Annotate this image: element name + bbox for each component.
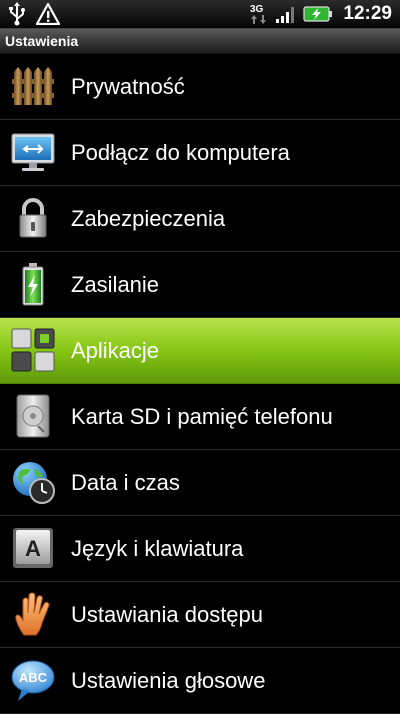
computer-monitor-icon bbox=[11, 133, 55, 171]
network-type-label: 3G bbox=[250, 4, 264, 15]
settings-item-label: Karta SD i pamięć telefonu bbox=[71, 404, 333, 429]
svg-text:ABC: ABC bbox=[19, 670, 48, 685]
status-bar: 3G 12:29 bbox=[0, 0, 400, 29]
battery-charging-icon bbox=[303, 6, 333, 22]
settings-item-label: Ustawienia głosowe bbox=[71, 668, 266, 693]
settings-item-power[interactable]: Zasilanie bbox=[0, 252, 400, 318]
title-bar: Ustawienia bbox=[0, 29, 400, 54]
settings-item-voice[interactable]: ABC Ustawienia głosowe bbox=[0, 648, 400, 714]
settings-item-applications[interactable]: Aplikacje bbox=[0, 318, 400, 384]
padlock-icon bbox=[19, 198, 47, 238]
clock: 12:29 bbox=[343, 3, 392, 24]
hand-icon bbox=[15, 592, 50, 636]
settings-item-date-time[interactable]: Data i czas bbox=[0, 450, 400, 516]
signal-icon bbox=[276, 7, 295, 23]
settings-item-label: Zasilanie bbox=[71, 272, 160, 297]
settings-item-accessibility[interactable]: Ustawiania dostępu bbox=[0, 582, 400, 648]
applications-grid-icon bbox=[11, 328, 55, 372]
3g-icon: 3G bbox=[250, 4, 267, 24]
settings-list: Prywatność Podłącz do komputera Zabezpie… bbox=[0, 54, 400, 714]
speech-bubble-icon: ABC bbox=[11, 660, 55, 701]
page-title: Ustawienia bbox=[5, 33, 79, 49]
settings-item-label: Data i czas bbox=[71, 470, 180, 495]
keyboard-key-icon: A bbox=[13, 528, 53, 568]
settings-item-label: Aplikacje bbox=[71, 338, 160, 363]
settings-item-connect-to-pc[interactable]: Podłącz do komputera bbox=[0, 120, 400, 186]
settings-item-language-keyboard[interactable]: A Język i klawiatura bbox=[0, 516, 400, 582]
settings-item-security[interactable]: Zabezpieczenia bbox=[0, 186, 400, 252]
settings-item-label: Zabezpieczenia bbox=[71, 206, 226, 231]
settings-item-label: Język i klawiatura bbox=[71, 536, 244, 561]
settings-item-privacy[interactable]: Prywatność bbox=[0, 54, 400, 120]
battery-icon bbox=[22, 263, 44, 306]
usb-icon bbox=[9, 2, 25, 26]
globe-clock-icon bbox=[13, 462, 55, 504]
privacy-fence-icon bbox=[12, 67, 54, 105]
settings-item-sd-card[interactable]: Karta SD i pamięć telefonu bbox=[0, 384, 400, 450]
sd-card-icon bbox=[16, 394, 50, 438]
svg-text:A: A bbox=[25, 536, 41, 561]
notification-area[interactable] bbox=[8, 2, 60, 26]
settings-item-label: Podłącz do komputera bbox=[71, 140, 290, 165]
settings-item-label: Prywatność bbox=[71, 74, 185, 99]
warning-icon bbox=[36, 3, 60, 25]
settings-item-label: Ustawiania dostępu bbox=[71, 602, 264, 627]
